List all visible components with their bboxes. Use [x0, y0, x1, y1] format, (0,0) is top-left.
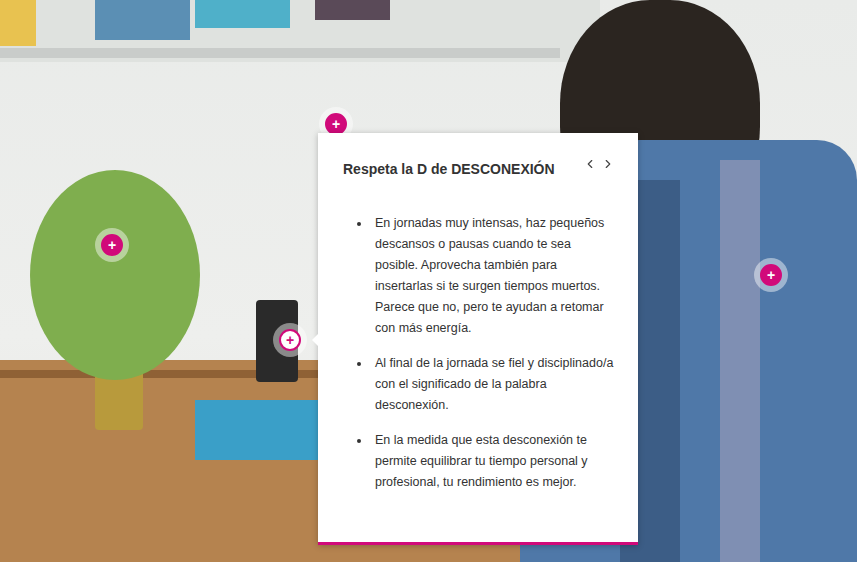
popup-title: Respeta la D de DESCONEXIÓN [343, 159, 555, 179]
bullet-item: En la medida que esta desconexión te per… [371, 430, 616, 493]
popup-nav [582, 155, 616, 173]
chevron-right-icon [601, 157, 615, 171]
prev-button[interactable] [582, 155, 598, 173]
bullet-list: En jornadas muy intensas, haz pequeños d… [343, 213, 616, 493]
popup-pointer [312, 334, 318, 346]
hotspot-pin[interactable]: + [279, 329, 301, 351]
hotspot-pin[interactable]: + [101, 234, 123, 256]
hotspot-pin[interactable]: + [760, 264, 782, 286]
chevron-left-icon [583, 157, 597, 171]
hotspot-pin[interactable]: + [325, 113, 347, 135]
next-button[interactable] [600, 155, 616, 173]
popup-card: Respeta la D de DESCONEXIÓN En jornadas m… [318, 133, 638, 545]
popup-header: Respeta la D de DESCONEXIÓN [343, 159, 616, 179]
interactive-image: + + + + Respeta la D de DESCONEXIÓN En jornad… [0, 0, 857, 562]
bullet-item: En jornadas muy intensas, haz pequeños d… [371, 213, 616, 339]
bullet-item: Al final de la jornada se fiel y discipl… [371, 353, 616, 416]
